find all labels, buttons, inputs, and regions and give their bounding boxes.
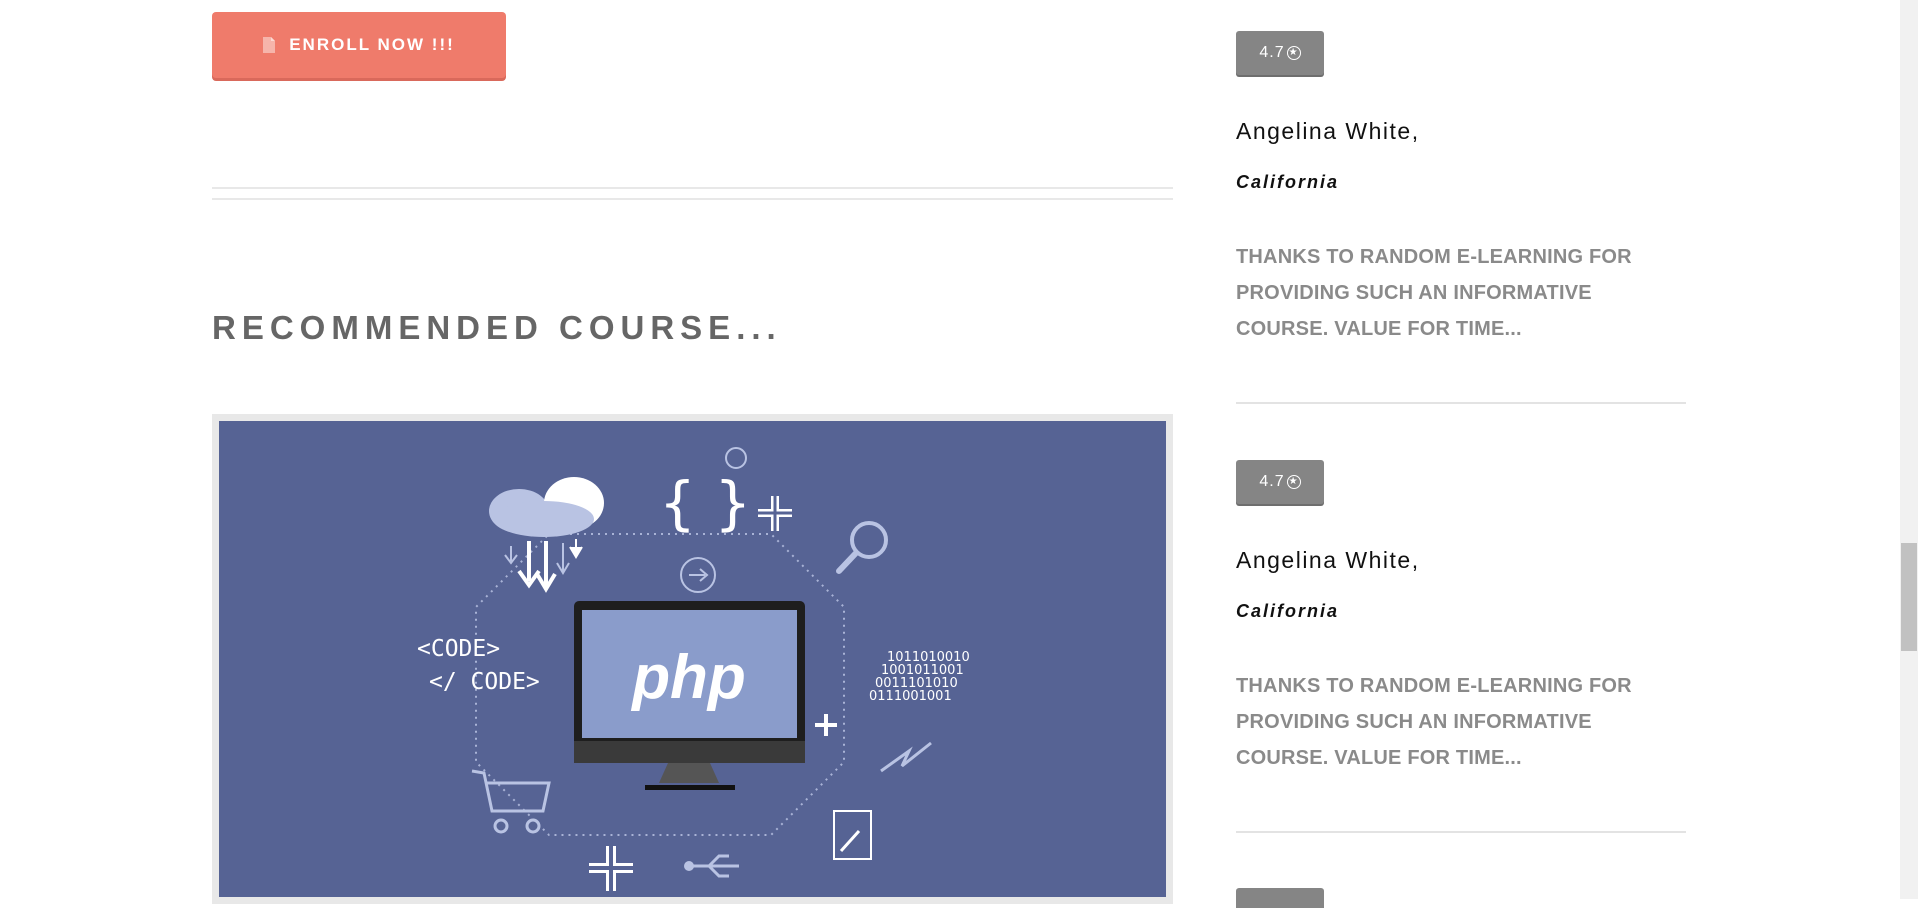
review-divider: [1236, 831, 1686, 833]
rating-value: 4.7: [1259, 44, 1285, 61]
reviewer-location: California: [1236, 172, 1340, 192]
review-card: 4.7 ★ Angelina White, California THANKS …: [1236, 460, 1686, 776]
enroll-now-label: ENROLL NOW !!!: [289, 35, 455, 54]
review-text: THANKS TO RANDOM E-LEARNING FOR PROVIDIN…: [1236, 246, 1632, 340]
php-text: php: [630, 643, 746, 712]
divider: [212, 198, 1173, 200]
scrollbar-thumb[interactable]: [1901, 543, 1917, 651]
rating-badge[interactable]: 4.7 ★: [1236, 31, 1324, 75]
binary-line: 0111001001: [869, 689, 952, 704]
php-course-image[interactable]: php { } <CODE> </ CODE> 1011010010 10010…: [219, 421, 1166, 897]
svg-text:{ }: { }: [659, 469, 751, 537]
review-divider: [1236, 402, 1686, 404]
rating-badge-partial[interactable]: [1236, 888, 1324, 908]
code-open-text: <CODE>: [417, 636, 500, 662]
php-illustration: php { } <CODE> </ CODE> 1011010010 10010…: [417, 447, 970, 891]
reviewer-name: Angelina White,: [1236, 547, 1420, 573]
enroll-now-button[interactable]: ENROLL NOW !!!: [212, 12, 506, 78]
review-card: 4.7 ★ Angelina White, California THANKS …: [1236, 31, 1686, 347]
review-text: THANKS TO RANDOM E-LEARNING FOR PROVIDIN…: [1236, 675, 1632, 769]
rating-value: 4.7: [1259, 473, 1285, 490]
reviewer-location: California: [1236, 601, 1340, 621]
recommended-course-card[interactable]: php { } <CODE> </ CODE> 1011010010 10010…: [212, 414, 1173, 904]
document-icon: [263, 37, 276, 53]
rating-badge[interactable]: 4.7 ★: [1236, 460, 1324, 504]
star-circle-icon: ★: [1286, 475, 1301, 489]
reviewer-name: Angelina White,: [1236, 118, 1420, 144]
code-close-text: </ CODE>: [429, 669, 540, 695]
section-title: RECOMMENDED COURSE...: [212, 309, 782, 346]
scrollbar-track[interactable]: [1900, 0, 1918, 899]
divider: [212, 187, 1173, 189]
star-circle-icon: ★: [1286, 46, 1301, 60]
